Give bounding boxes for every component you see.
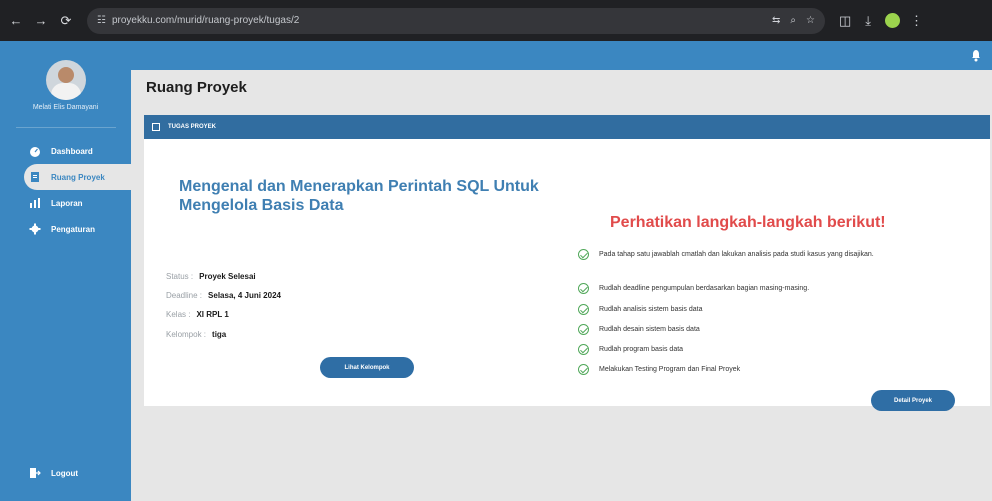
avatar-body-icon [51,83,81,100]
step-text: Pada tahap satu jawablah cmatlah dan lak… [599,251,874,258]
menu-dots-icon[interactable]: ⋮ [910,13,923,29]
list-item: Melakukan Testing Program dan Final Proy… [578,364,958,376]
sidebar-item-label: Pengaturan [51,224,96,234]
sidebar-item-label: Dashboard [51,146,93,156]
logout-icon [29,467,41,479]
view-group-button[interactable]: Lihat Kelompok [320,357,414,378]
sidebar-item-pengaturan[interactable]: Pengaturan [24,216,131,242]
star-icon[interactable]: ☆ [806,15,815,26]
page-title: Ruang Proyek [146,79,247,96]
app-shell: Melati Elis Damayani Dashboard Ruang Pro… [0,41,992,501]
top-bar [131,41,992,70]
deadline-value: Selasa, 4 Juni 2024 [208,291,281,300]
url-text: proyekku.com/murid/ruang-proyek/tugas/2 [111,15,300,26]
gear-icon [29,223,41,235]
list-item: Rudlah analisis sistem basis data [578,304,958,316]
avatar-head-icon [58,67,74,83]
kelas-row: Kelas : XI RPL 1 [166,310,229,319]
translate-icon[interactable]: ⇆ [772,15,780,26]
zoom-icon[interactable]: ⌕ [790,15,796,26]
section-title: TUGAS PROYEK [168,124,217,130]
detail-project-button[interactable]: Detail Proyek [871,390,955,411]
check-circle-icon [578,344,589,355]
extensions-icon[interactable]: ◫ [839,13,851,29]
address-bar[interactable]: ☷ proyekku.com/murid/ruang-proyek/tugas/… [87,7,825,34]
list-item: Rudlah program basis data [578,344,958,356]
kelompok-row: Kelompok : tiga [166,330,226,339]
profile-icon[interactable] [885,13,901,28]
check-circle-icon [578,249,589,260]
reload-icon[interactable]: ⟳ [58,13,74,29]
sidebar-item-label: Laporan [51,198,83,208]
sidebar-item-dashboard[interactable]: Dashboard [24,138,131,164]
kelas-value: XI RPL 1 [196,310,229,319]
kelompok-label: Kelompok : [166,330,207,339]
avatar [46,60,86,100]
deadline-label: Deadline : [166,291,203,300]
status-value: Proyek Selesai [199,272,256,281]
forward-arrow-icon[interactable]: → [33,13,49,29]
user-name: Melati Elis Damayani [32,104,99,111]
check-circle-icon [578,324,589,335]
folder-icon [29,171,41,183]
logout-button[interactable]: Logout [29,467,78,479]
deadline-row: Deadline : Selasa, 4 Juni 2024 [166,291,281,300]
step-text: Rudlah deadline pengumpulan berdasarkan … [599,285,810,292]
sidebar-item-label: Ruang Proyek [51,172,105,182]
list-icon [152,123,160,131]
sidebar-menu: Dashboard Ruang Proyek Laporan Pengatura… [24,138,131,242]
check-circle-icon [578,304,589,315]
sidebar-divider [16,127,116,128]
kelas-label: Kelas : [166,310,191,319]
status-label: Status : [166,272,194,281]
check-circle-icon [578,364,589,375]
steps-title: Perhatikan langkah-langkah berikut! [610,214,886,231]
list-item: Pada tahap satu jawablah cmatlah dan lak… [578,249,958,261]
back-arrow-icon[interactable]: ← [8,13,24,29]
dashboard-icon [29,145,41,157]
logout-label: Logout [51,468,79,478]
step-text: Melakukan Testing Program dan Final Proy… [599,366,741,373]
site-info-icon[interactable]: ☷ [97,15,106,26]
task-title: Mengenal dan Menerapkan Perintah SQL Unt… [179,178,539,214]
check-circle-icon [578,283,589,294]
step-text: Rudlah analisis sistem basis data [599,306,703,313]
list-item: Rudlah deadline pengumpulan berdasarkan … [578,283,958,295]
download-icon[interactable]: ⤓ [865,13,871,29]
browser-actions: ◫ ⤓ ⋮ [839,13,937,29]
card-header: TUGAS PROYEK [144,115,990,139]
list-item: Rudlah desain sistem basis data [578,324,958,336]
chart-icon [29,197,41,209]
browser-toolbar: ← → ⟳ ☷ proyekku.com/murid/ruang-proyek/… [0,0,992,41]
task-card: TUGAS PROYEK Mengenal dan Menerapkan Per… [144,115,990,411]
sidebar-item-laporan[interactable]: Laporan [24,190,131,216]
sidebar-item-ruang-proyek[interactable]: Ruang Proyek [24,164,131,190]
status-row: Status : Proyek Selesai [166,272,256,281]
kelompok-value: tiga [212,330,227,339]
step-text: Rudlah desain sistem basis data [599,326,700,333]
bell-icon[interactable] [970,48,982,62]
step-text: Rudlah program basis data [599,346,684,353]
sidebar: Melati Elis Damayani Dashboard Ruang Pro… [0,41,131,501]
